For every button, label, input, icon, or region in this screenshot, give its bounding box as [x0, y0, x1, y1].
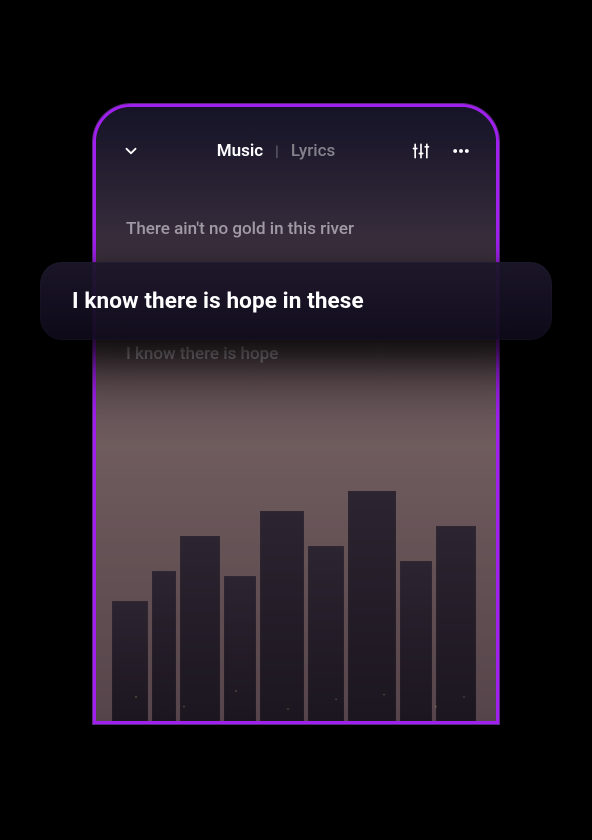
lyric-current-highlight[interactable]: I know there is hope in these [40, 262, 552, 340]
phone-frame: Music | Lyrics There ain't no gold in th… [93, 104, 499, 724]
view-tabs: Music | Lyrics [150, 141, 402, 161]
skyline [96, 461, 496, 721]
chevron-down-icon [122, 142, 140, 160]
background-image [96, 107, 496, 721]
more-options-button[interactable] [450, 140, 472, 162]
tab-lyrics[interactable]: Lyrics [291, 141, 335, 161]
equalizer-button[interactable] [410, 140, 432, 162]
equalizer-icon [411, 141, 431, 161]
collapse-button[interactable] [120, 140, 142, 162]
lyric-previous: There ain't no gold in this river [126, 217, 466, 242]
more-horizontal-icon [451, 141, 471, 161]
lyric-next: I know there is hope [126, 342, 466, 367]
tab-separator: | [275, 142, 279, 160]
tab-music[interactable]: Music [217, 141, 263, 161]
lyric-current-text: I know there is hope in these [72, 288, 364, 314]
header-actions [410, 140, 472, 162]
header-bar: Music | Lyrics [96, 131, 496, 171]
